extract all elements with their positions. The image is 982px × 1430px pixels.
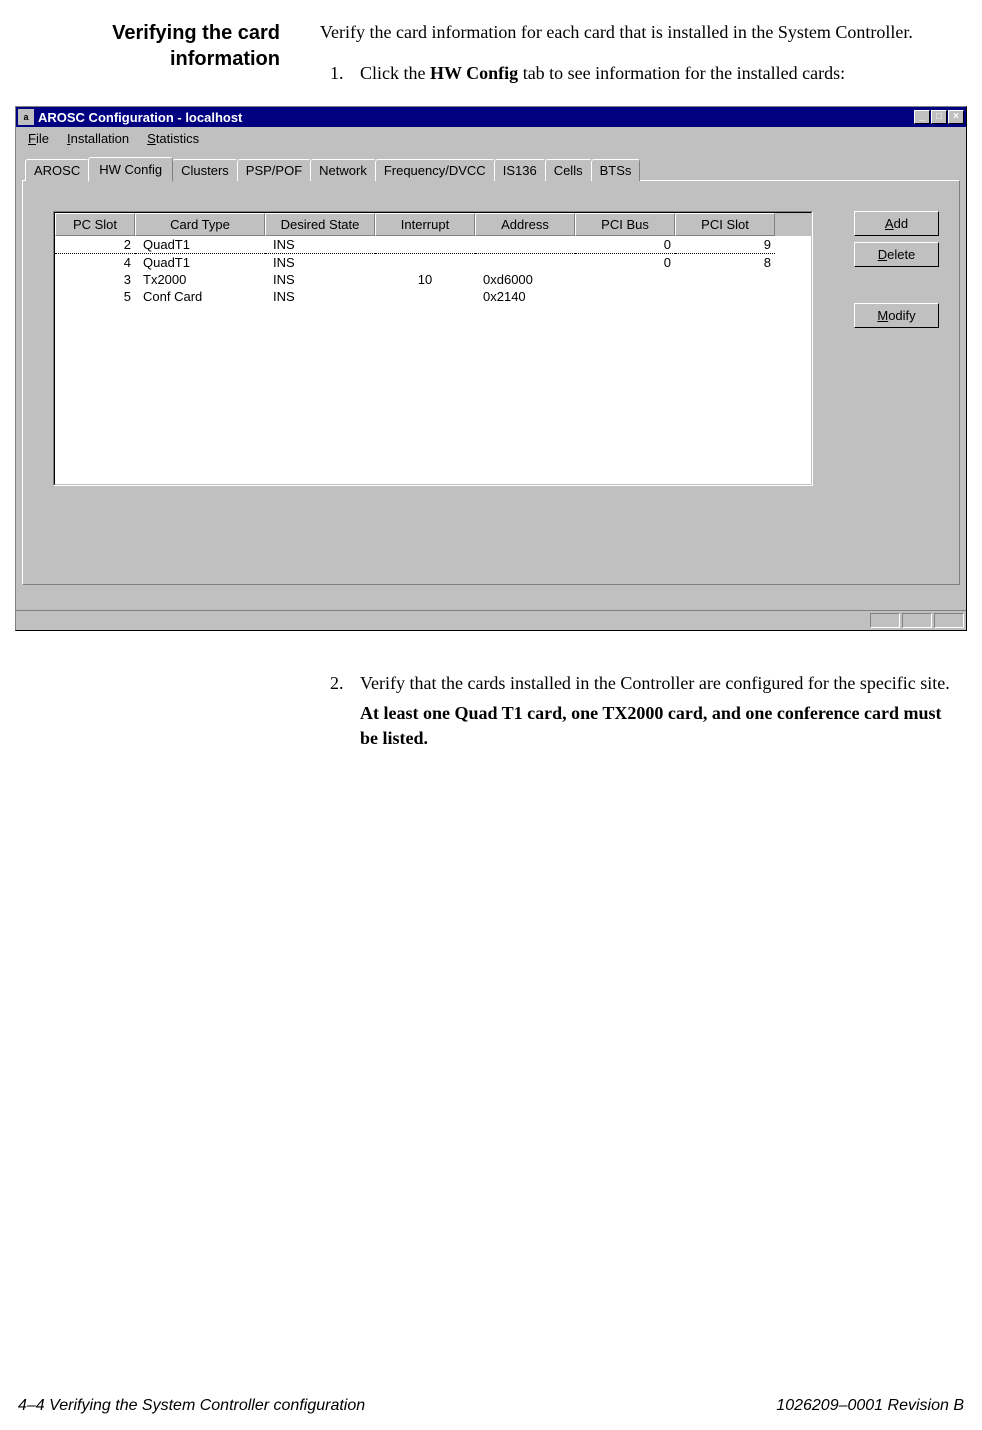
cell-pcibus: 0: [575, 236, 675, 254]
cell-cardtype: Conf Card: [135, 288, 265, 305]
cell-desired: INS: [265, 236, 375, 254]
table-row[interactable]: 2QuadT1INS 09: [55, 236, 811, 254]
close-button[interactable]: ×: [948, 110, 964, 124]
menu-installation[interactable]: Installation: [59, 129, 137, 148]
app-window: a AROSC Configuration - localhost _ □ × …: [15, 106, 967, 631]
cell-desired: INS: [265, 288, 375, 305]
col-header-cardtype[interactable]: Card Type: [135, 213, 265, 236]
tab-is136[interactable]: IS136: [494, 159, 546, 181]
cell-address: [475, 236, 575, 254]
cell-desired: INS: [265, 271, 375, 288]
cell-pcibus: [575, 288, 675, 305]
tab-cells[interactable]: Cells: [545, 159, 592, 181]
cell-pcislot: 9: [675, 236, 775, 254]
window-title: AROSC Configuration - localhost: [38, 110, 914, 125]
tab-arosc[interactable]: AROSC: [25, 159, 89, 181]
table-row[interactable]: 3Tx2000INS100xd6000: [55, 271, 811, 288]
menubar: File Installation Statistics: [16, 127, 966, 150]
titlebar[interactable]: a AROSC Configuration - localhost _ □ ×: [16, 107, 966, 127]
cell-pcslot: 5: [55, 288, 135, 305]
footer-right: 1026209–0001 Revision B: [776, 1397, 964, 1415]
step-text: Verify that the cards installed in the C…: [360, 671, 952, 696]
cell-interrupt: [375, 288, 475, 305]
col-header-pcislot[interactable]: PCI Slot: [675, 213, 775, 236]
cell-address: 0x2140: [475, 288, 575, 305]
status-panel: [870, 613, 900, 628]
cell-interrupt: 10: [375, 271, 475, 288]
step-number: 1.: [320, 61, 360, 86]
tab-network[interactable]: Network: [310, 159, 376, 181]
menu-file[interactable]: File: [20, 129, 57, 148]
tab-hwconfig[interactable]: HW Config: [88, 157, 173, 182]
add-button[interactable]: Add: [854, 211, 939, 236]
tab-clusters[interactable]: Clusters: [172, 159, 238, 181]
cell-pcislot: 8: [675, 254, 775, 271]
delete-button[interactable]: Delete: [854, 242, 939, 267]
col-header-interrupt[interactable]: Interrupt: [375, 213, 475, 236]
statusbar: [16, 610, 966, 630]
tab-psppof[interactable]: PSP/POF: [237, 159, 311, 181]
cell-address: 0xd6000: [475, 271, 575, 288]
cell-cardtype: QuadT1: [135, 236, 265, 254]
card-listview[interactable]: PC Slot Card Type Desired State Interrup…: [53, 211, 813, 486]
cell-pcislot: [675, 288, 775, 305]
cell-interrupt: [375, 236, 475, 254]
cell-cardtype: QuadT1: [135, 254, 265, 271]
col-header-desired[interactable]: Desired State: [265, 213, 375, 236]
cell-pcslot: 3: [55, 271, 135, 288]
maximize-button[interactable]: □: [931, 110, 947, 124]
step-number: 2.: [320, 671, 360, 696]
step-bold-note: At least one Quad T1 card, one TX2000 ca…: [360, 701, 952, 751]
col-header-pcslot[interactable]: PC Slot: [55, 213, 135, 236]
col-header-address[interactable]: Address: [475, 213, 575, 236]
modify-button[interactable]: Modify: [854, 303, 939, 328]
tab-btss[interactable]: BTSs: [591, 159, 641, 181]
col-header-pcibus[interactable]: PCI Bus: [575, 213, 675, 236]
table-row[interactable]: 4QuadT1INS 08: [55, 254, 811, 271]
menu-statistics[interactable]: Statistics: [139, 129, 207, 148]
cell-address: [475, 254, 575, 271]
footer-left: 4–4 Verifying the System Controller conf…: [18, 1397, 365, 1415]
status-panel: [934, 613, 964, 628]
cell-pcislot: [675, 271, 775, 288]
app-icon: a: [18, 109, 34, 125]
cell-desired: INS: [265, 254, 375, 271]
table-row[interactable]: 5Conf CardINS 0x2140: [55, 288, 811, 305]
cell-cardtype: Tx2000: [135, 271, 265, 288]
section-intro: Verify the card information for each car…: [320, 20, 952, 45]
tab-strip: AROSC HW Config Clusters PSP/POF Network…: [25, 156, 960, 180]
step-text: Click the HW Config tab to see informati…: [360, 61, 952, 86]
cell-pcslot: 2: [55, 236, 135, 254]
status-panel: [902, 613, 932, 628]
cell-interrupt: [375, 254, 475, 271]
tab-frequency[interactable]: Frequency/DVCC: [375, 159, 495, 181]
cell-pcibus: 0: [575, 254, 675, 271]
cell-pcslot: 4: [55, 254, 135, 271]
minimize-button[interactable]: _: [914, 110, 930, 124]
section-title: Verifying the card information: [40, 20, 320, 94]
cell-pcibus: [575, 271, 675, 288]
